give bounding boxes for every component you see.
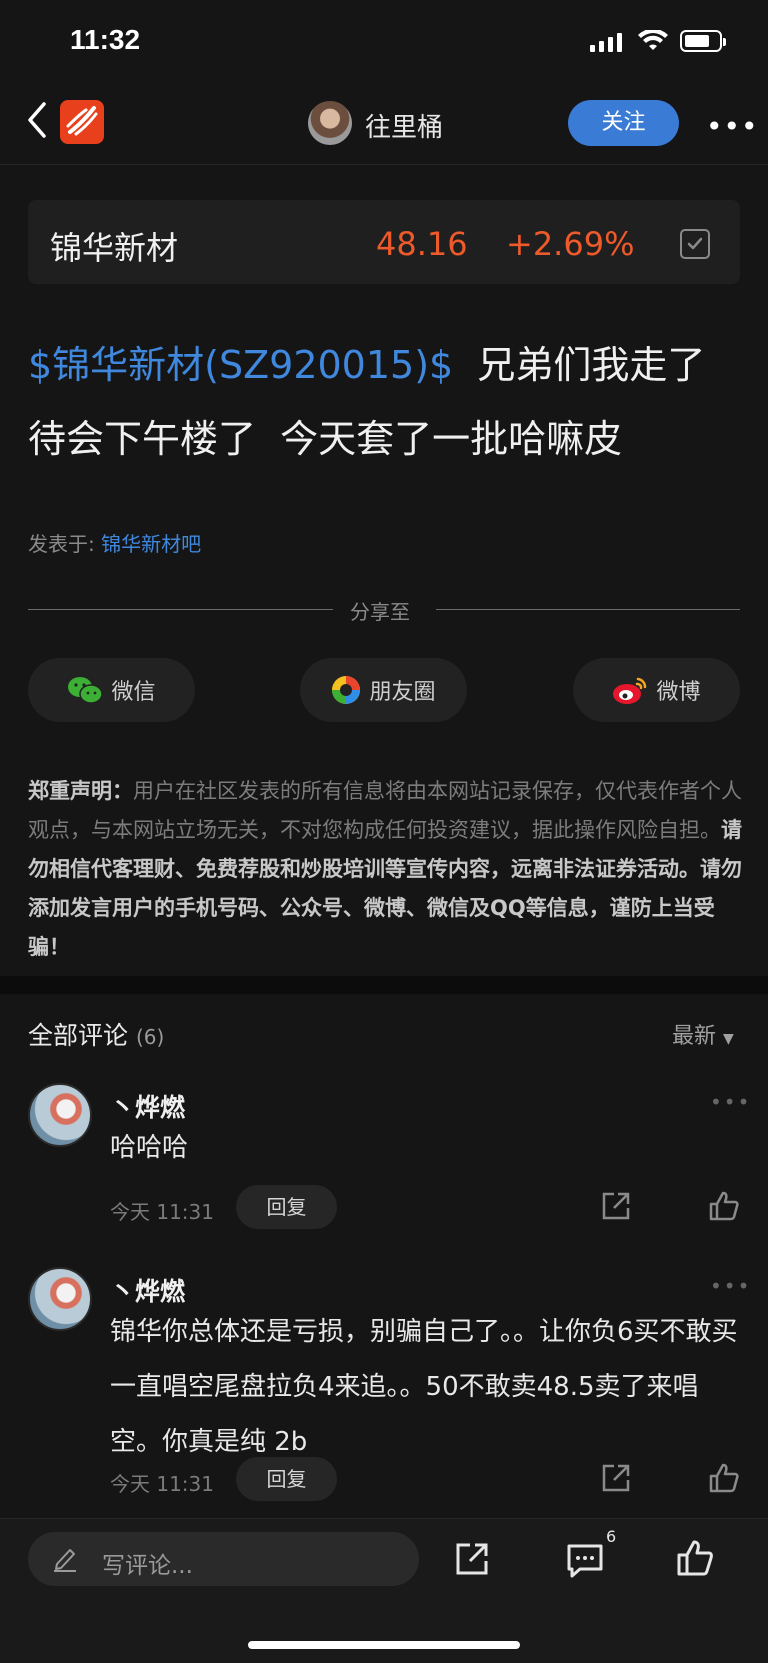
disclaimer-text: 用户在社区发表的所有信息将由本网站记录保存，仅代表作者个人观点，与本网站立场无关… [28, 779, 742, 842]
share-comment-icon[interactable] [600, 1190, 632, 1226]
comment-input-placeholder[interactable]: 写评论... [102, 1546, 193, 1580]
weibo-icon [613, 677, 647, 704]
reply-button[interactable]: 回复 [236, 1185, 337, 1229]
author-avatar[interactable] [308, 101, 352, 145]
posted-in-label: 发表于: [28, 532, 102, 556]
disclaimer: 郑重声明：用户在社区发表的所有信息将由本网站记录保存，仅代表作者个人观点，与本网… [28, 772, 742, 967]
forum-link[interactable]: 锦华新材吧 [101, 532, 201, 556]
comment-more-icon[interactable]: ••• [710, 1090, 751, 1114]
share-wechat-label: 微信 [111, 680, 156, 705]
more-options-icon[interactable]: ••• [706, 110, 759, 143]
cellular-signal-icon [590, 32, 622, 52]
comment-bubble-icon[interactable] [566, 1541, 604, 1583]
like-post-icon[interactable] [676, 1539, 714, 1581]
wechat-icon [68, 677, 104, 704]
pencil-icon [52, 1544, 78, 1576]
battery-icon [680, 30, 726, 52]
watchlist-check-icon[interactable] [680, 229, 710, 259]
posted-in: 发表于: 锦华新材吧 [28, 528, 201, 557]
comments-count: (6) [135, 1025, 165, 1049]
commenter-avatar[interactable] [28, 1083, 92, 1147]
commenter-name[interactable]: 丶烨燃 [110, 1088, 185, 1124]
home-indicator [248, 1641, 520, 1649]
comments-title: 全部评论 [28, 1021, 129, 1050]
like-icon[interactable] [708, 1190, 740, 1226]
share-divider-left [28, 609, 333, 610]
share-moments-button[interactable]: 朋友圈 [300, 658, 467, 722]
wifi-icon [638, 28, 668, 56]
follow-button[interactable]: 关注 [568, 100, 679, 146]
author-name[interactable]: 往里桶 [365, 107, 443, 144]
sort-label: 最新 [672, 1024, 717, 1049]
app-logo-icon[interactable] [60, 100, 104, 144]
comment-time: 今天 11:31 [110, 1472, 214, 1496]
comment-text: 哈哈哈 [110, 1133, 189, 1163]
reply-button[interactable]: 回复 [236, 1457, 337, 1501]
comment-input[interactable] [28, 1532, 419, 1586]
comment-more-icon[interactable]: ••• [710, 1274, 751, 1298]
stock-price: 48.16 [376, 225, 468, 263]
caret-down-icon: ▼ [723, 1031, 734, 1047]
post-text-line2: 待会下午楼了 今天套了一批哈嘛皮 [28, 417, 623, 461]
stock-tag-link[interactable]: $锦华新材(SZ920015)$ [28, 343, 453, 387]
comments-header: 全部评论 (6) [28, 1016, 164, 1052]
status-time: 11:32 [70, 24, 141, 55]
like-icon[interactable] [708, 1462, 740, 1498]
section-separator [0, 976, 768, 994]
commenter-avatar[interactable] [28, 1267, 92, 1331]
share-divider-right [436, 609, 740, 610]
comment-text: 锦华你总体还是亏损，别骗自己了。。让你负6买不敢买 一直唱空尾盘拉负4来追。。5… [110, 1317, 738, 1457]
post-body: $锦华新材(SZ920015)$ 兄弟们我走了 待会下午楼了 今天套了一批哈嘛皮 [28, 328, 742, 476]
commenter-name[interactable]: 丶烨燃 [110, 1272, 185, 1308]
share-moments-label: 朋友圈 [369, 680, 436, 705]
share-wechat-button[interactable]: 微信 [28, 658, 195, 722]
comment-time: 今天 11:31 [110, 1200, 214, 1224]
share-post-icon[interactable] [454, 1541, 490, 1581]
post-text-line1: 兄弟们我走了 [477, 343, 706, 387]
stock-name[interactable]: 锦华新材 [50, 223, 178, 269]
nav-divider [0, 164, 768, 165]
share-weibo-button[interactable]: 微博 [573, 658, 740, 722]
share-weibo-label: 微博 [656, 680, 701, 705]
sort-dropdown[interactable]: 最新 ▼ [672, 1018, 734, 1050]
moments-icon [332, 676, 361, 704]
stock-change-percent: +2.69% [506, 225, 635, 263]
back-arrow-icon[interactable] [24, 100, 48, 144]
comment-count-badge: 6 [606, 1527, 617, 1546]
share-title: 分享至 [350, 600, 410, 624]
disclaimer-label: 郑重声明： [28, 779, 133, 803]
share-comment-icon[interactable] [600, 1462, 632, 1498]
